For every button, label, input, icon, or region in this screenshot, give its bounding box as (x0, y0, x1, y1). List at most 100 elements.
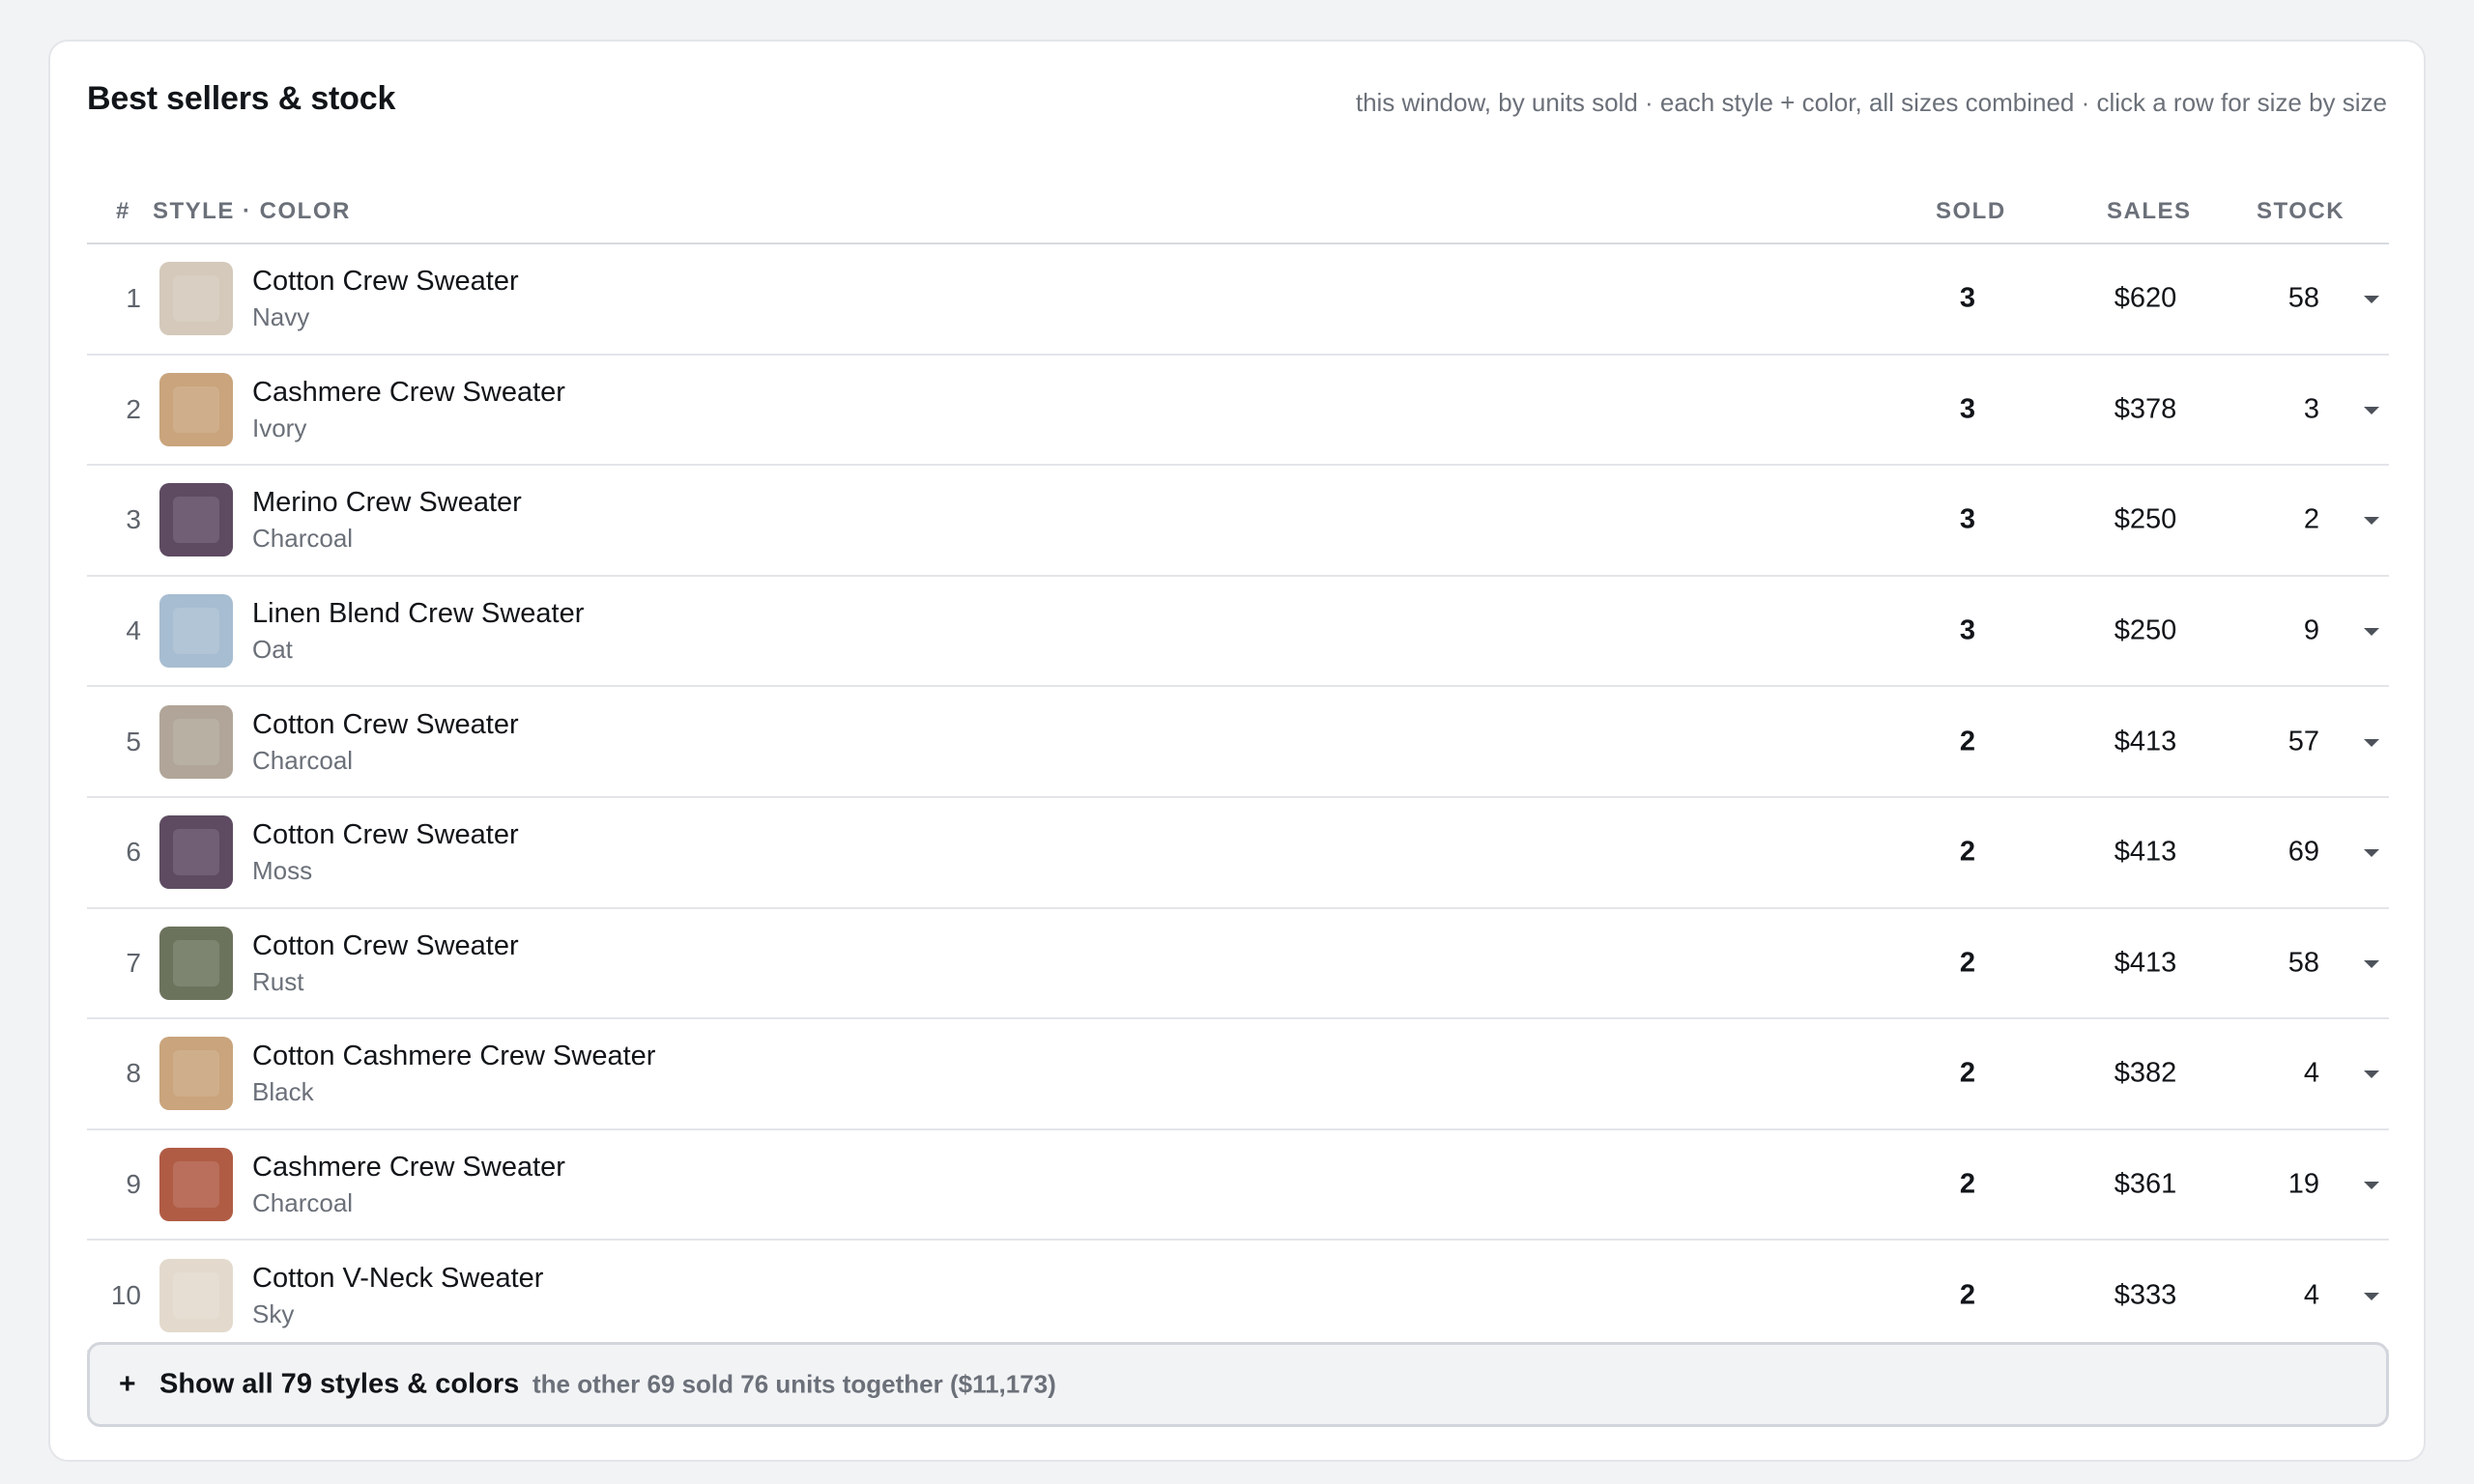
plus-icon: + (119, 1368, 136, 1400)
chevron-down-icon[interactable] (2364, 1292, 2379, 1300)
style-name: Linen Blend Crew Sweater (252, 598, 585, 630)
card-title: Best sellers & stock (87, 80, 396, 117)
color-name: Ivory (252, 413, 307, 442)
sales-amount: $382 (2114, 1057, 2177, 1089)
chevron-down-icon[interactable] (2364, 296, 2379, 304)
color-name: Charcoal (252, 745, 354, 775)
best-sellers-table: # STYLE · COLOR SOLD SALES STOCK 1 Cotton… (87, 156, 2389, 1352)
style-name: Cashmere Crew Sweater (252, 376, 565, 408)
table-row[interactable]: 1 Cotton Crew Sweater Navy 3 $620 58 (87, 244, 2389, 356)
table-row[interactable]: 7 Cotton Crew Sweater Rust 2 $413 58 (87, 909, 2389, 1020)
color-name: Rust (252, 966, 304, 996)
color-name: Navy (252, 302, 310, 332)
row-rank: 7 (126, 947, 141, 978)
product-swatch (159, 594, 233, 669)
style-color: Cotton V-Neck Sweater Sky (252, 1260, 543, 1331)
sales-amount: $333 (2114, 1279, 2177, 1311)
product-swatch (159, 815, 233, 890)
stock-count: 58 (2287, 282, 2319, 314)
sales-amount: $361 (2114, 1168, 2177, 1200)
show-all-button[interactable]: + Show all 79 styles & colors the other … (87, 1342, 2389, 1427)
units-sold: 3 (1959, 393, 1976, 425)
show-all-note: the other 69 sold 76 units together ($11… (532, 1369, 1056, 1399)
style-color: Cotton Crew Sweater Moss (252, 816, 519, 888)
style-color: Cashmere Crew Sweater Ivory (252, 374, 565, 445)
chevron-down-icon[interactable] (2364, 1070, 2379, 1079)
sales-amount: $413 (2114, 947, 2177, 979)
stock-count: 3 (2303, 393, 2319, 425)
table-row[interactable]: 5 Cotton Crew Sweater Charcoal 2 $413 57 (87, 687, 2389, 798)
style-name: Cotton Crew Sweater (252, 266, 519, 298)
header-sales: SALES (2107, 198, 2192, 224)
row-rank: 2 (126, 393, 141, 424)
units-sold: 2 (1959, 1057, 1976, 1089)
table-header: # STYLE · COLOR SOLD SALES STOCK (87, 156, 2389, 244)
row-rank: 5 (126, 726, 141, 756)
header-style-color: STYLE · COLOR (153, 198, 351, 224)
table-body: 1 Cotton Crew Sweater Navy 3 $620 58 2 Cashmere… (87, 244, 2389, 1352)
table-row[interactable]: 4 Linen Blend Crew Sweater Oat 3 $250 9 (87, 577, 2389, 688)
stock-count: 69 (2287, 836, 2319, 868)
units-sold: 3 (1959, 614, 1976, 646)
color-name: Oat (252, 635, 293, 665)
row-rank: 3 (126, 504, 141, 535)
color-name: Charcoal (252, 524, 354, 554)
style-name: Merino Crew Sweater (252, 487, 522, 519)
table-row[interactable]: 10 Cotton V-Neck Sweater Sky 2 $333 4 (87, 1241, 2389, 1352)
table-row[interactable]: 2 Cashmere Crew Sweater Ivory 3 $378 3 (87, 356, 2389, 467)
table-row[interactable]: 6 Cotton Crew Sweater Moss 2 $413 69 (87, 798, 2389, 909)
style-name: Cashmere Crew Sweater (252, 1152, 565, 1184)
style-color: Cotton Cashmere Crew Sweater Black (252, 1038, 655, 1109)
style-name: Cotton Crew Sweater (252, 708, 519, 740)
style-name: Cotton Crew Sweater (252, 929, 519, 961)
sales-amount: $378 (2114, 393, 2177, 425)
chevron-down-icon[interactable] (2364, 959, 2379, 968)
color-name: Charcoal (252, 1188, 354, 1218)
stock-count: 57 (2287, 726, 2319, 757)
product-swatch (159, 926, 233, 1000)
chevron-down-icon[interactable] (2364, 738, 2379, 747)
table-row[interactable]: 8 Cotton Cashmere Crew Sweater Black 2 $382 4 (87, 1019, 2389, 1130)
style-color: Cotton Crew Sweater Navy (252, 263, 519, 334)
units-sold: 2 (1959, 1279, 1976, 1311)
chevron-down-icon[interactable] (2364, 849, 2379, 858)
stock-count: 58 (2287, 947, 2319, 979)
header-sold: SOLD (1936, 198, 2006, 224)
style-name: Cotton Crew Sweater (252, 819, 519, 851)
color-name: Black (252, 1077, 314, 1107)
stock-count: 19 (2287, 1168, 2319, 1200)
color-name: Sky (252, 1298, 295, 1328)
row-rank: 4 (126, 615, 141, 646)
chevron-down-icon[interactable] (2364, 406, 2379, 414)
sales-amount: $413 (2114, 836, 2177, 868)
style-color: Linen Blend Crew Sweater Oat (252, 595, 584, 667)
chevron-down-icon[interactable] (2364, 517, 2379, 526)
sales-amount: $250 (2114, 614, 2177, 646)
row-rank: 8 (126, 1058, 141, 1089)
sales-amount: $250 (2114, 503, 2177, 535)
units-sold: 2 (1959, 726, 1976, 757)
show-all-label: Show all 79 styles & colors (159, 1368, 520, 1400)
table-row[interactable]: 3 Merino Crew Sweater Charcoal 3 $250 2 (87, 466, 2389, 577)
chevron-down-icon[interactable] (2364, 1182, 2379, 1190)
style-name: Cotton V-Neck Sweater (252, 1262, 544, 1294)
sales-amount: $620 (2114, 282, 2177, 314)
product-swatch (159, 372, 233, 446)
header-stock: STOCK (2257, 198, 2345, 224)
stock-count: 9 (2303, 614, 2319, 646)
row-rank: 10 (110, 1279, 141, 1310)
product-swatch (159, 1037, 233, 1111)
product-swatch (159, 483, 233, 557)
units-sold: 2 (1959, 1168, 1976, 1200)
sales-amount: $413 (2114, 726, 2177, 757)
product-swatch (159, 704, 233, 779)
table-row[interactable]: 9 Cashmere Crew Sweater Charcoal 2 $361 19 (87, 1130, 2389, 1241)
stock-count: 4 (2303, 1279, 2319, 1311)
style-color: Cotton Crew Sweater Rust (252, 928, 519, 999)
stock-count: 4 (2303, 1057, 2319, 1089)
stock-count: 2 (2303, 503, 2319, 535)
chevron-down-icon[interactable] (2364, 628, 2379, 637)
header-rank: # (116, 198, 130, 224)
color-name: Moss (252, 856, 313, 886)
style-name: Cotton Cashmere Crew Sweater (252, 1041, 656, 1072)
